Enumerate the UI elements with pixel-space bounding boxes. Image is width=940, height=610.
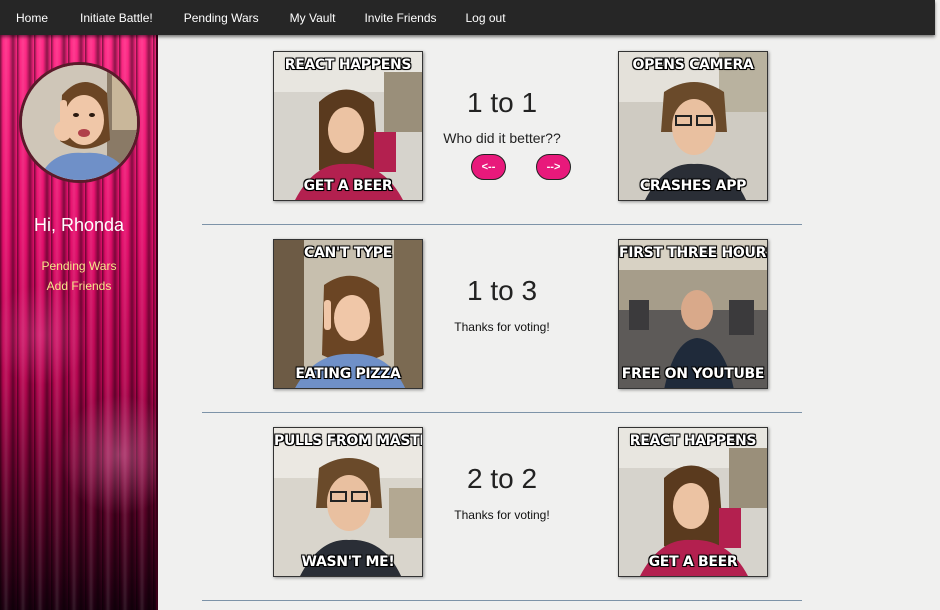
- sidebar-add-friends-link[interactable]: Add Friends: [0, 279, 158, 293]
- meme-right[interactable]: FIRST THREE HOURS FREE ON YOUTUBE: [618, 239, 768, 389]
- sidebar-pending-wars-link[interactable]: Pending Wars: [0, 259, 158, 273]
- meme-bottom-caption: GET A BEER: [648, 554, 738, 570]
- vote-prompt: Who did it better??: [443, 130, 561, 146]
- nav-log-out-link[interactable]: Log out: [466, 11, 506, 25]
- nav-pending-wars-link[interactable]: Pending Wars: [184, 11, 259, 25]
- war-score: 1 to 3: [466, 275, 538, 306]
- meme-right[interactable]: OPENS CAMERA CRASHES APP: [618, 51, 768, 201]
- war-row: REACT HAPPENS GET A BEER 1 to 1 Who did …: [202, 37, 802, 225]
- meme-top-caption: CAN'T TYPE: [303, 245, 393, 261]
- nav-initiate-battle-link[interactable]: Initiate Battle!: [80, 11, 153, 25]
- meme-top-caption: OPENS CAMERA: [632, 57, 754, 73]
- meme-bottom-caption: WASN'T ME!: [301, 554, 395, 570]
- war-score: 1 to 1: [466, 87, 538, 118]
- nav-invite-friends-link[interactable]: Invite Friends: [364, 11, 436, 25]
- meme-top-caption: FIRST THREE HOURS: [619, 245, 768, 261]
- meme-left[interactable]: PULLS FROM MASTER WASN'T ME!: [273, 427, 423, 577]
- nav-my-vault-link[interactable]: My Vault: [290, 11, 336, 25]
- avatar-photo: [22, 65, 137, 180]
- war-score: 2 to 2: [466, 463, 538, 494]
- vote-status: Thanks for voting!: [454, 320, 550, 334]
- vote-status: Thanks for voting!: [454, 508, 550, 522]
- sidebar: Hi, Rhonda Pending Wars Add Friends: [0, 35, 158, 610]
- meme-top-caption: REACT HAPPENS: [284, 57, 412, 73]
- meme-right[interactable]: REACT HAPPENS GET A BEER: [618, 427, 768, 577]
- meme-left[interactable]: CAN'T TYPE EATING PIZZA: [273, 239, 423, 389]
- top-navbar: Home Initiate Battle! Pending Wars My Va…: [0, 0, 935, 35]
- meme-top-caption: PULLS FROM MASTER: [274, 433, 423, 449]
- nav-home-link[interactable]: Home: [16, 11, 48, 25]
- avatar: [19, 62, 140, 183]
- meme-bottom-caption: CRASHES APP: [639, 178, 747, 194]
- meme-top-caption: REACT HAPPENS: [629, 433, 757, 449]
- row-divider: [202, 600, 802, 601]
- war-row: PULLS FROM MASTER WASN'T ME! 2 to 2 Than…: [202, 413, 802, 601]
- meme-bottom-caption: GET A BEER: [303, 178, 393, 194]
- meme-bottom-caption: EATING PIZZA: [295, 366, 401, 382]
- vote-right-button[interactable]: -->: [536, 154, 571, 180]
- greeting-text: Hi, Rhonda: [33, 215, 125, 235]
- vote-left-button[interactable]: <--: [471, 154, 506, 180]
- war-row: CAN'T TYPE EATING PIZZA 1 to 3 Thanks fo…: [202, 225, 802, 413]
- meme-left[interactable]: REACT HAPPENS GET A BEER: [273, 51, 423, 201]
- meme-bottom-caption: FREE ON YOUTUBE: [621, 366, 765, 382]
